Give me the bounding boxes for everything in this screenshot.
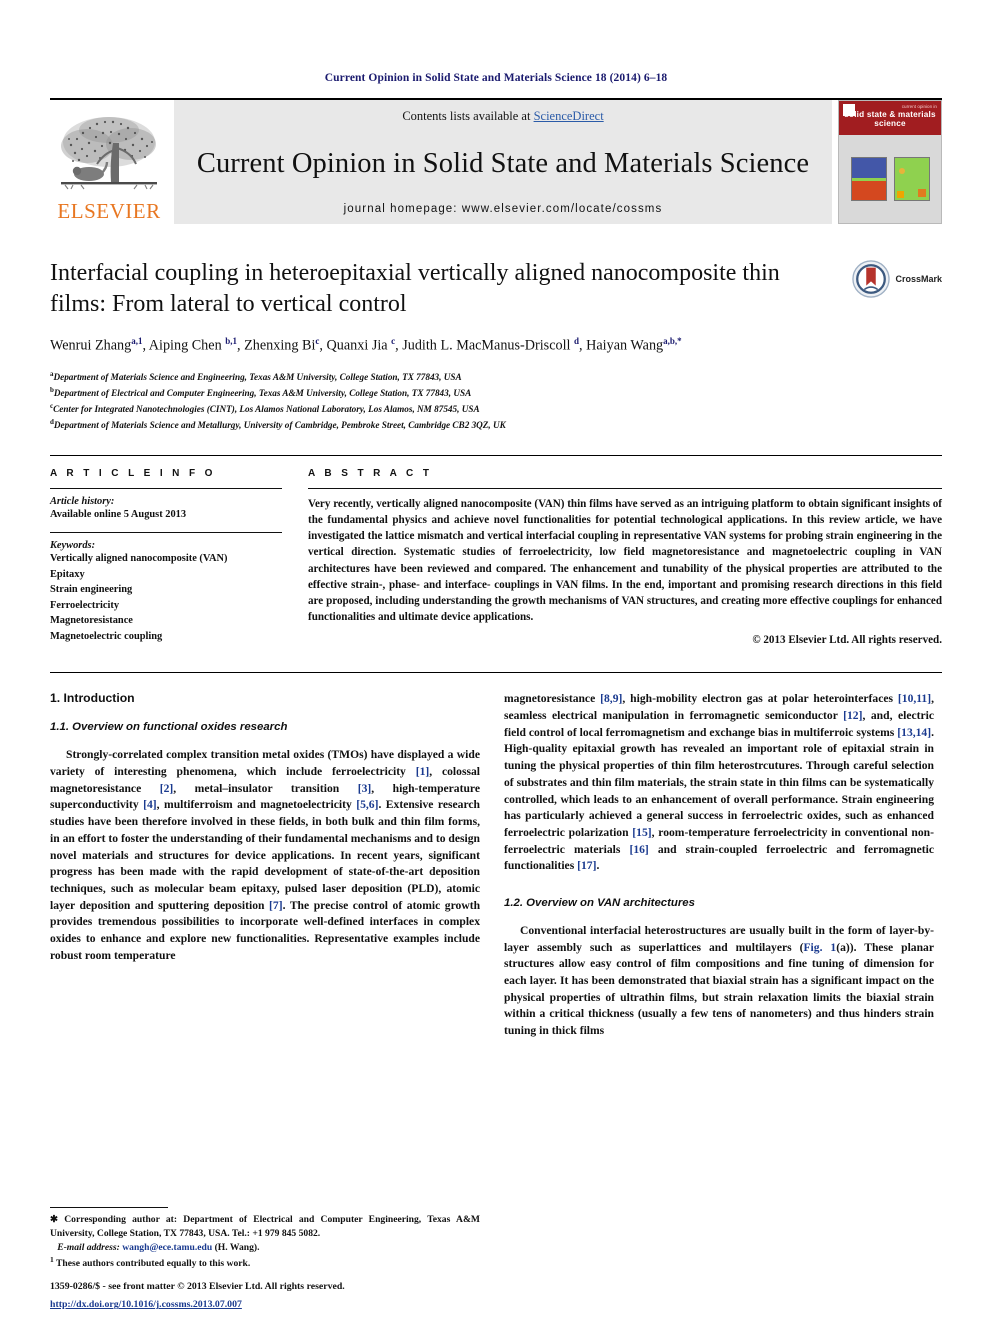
footnote-divider [50,1207,168,1209]
crossmark-icon [852,260,891,298]
cover-figure-group [839,157,941,201]
keyword-item: Epitaxy [50,568,85,580]
email-suffix: (H. Wang). [214,1242,260,1253]
doi-link[interactable]: http://dx.doi.org/10.1016/j.cossms.2013.… [50,1299,242,1310]
divider [50,487,282,489]
affiliation-list: aDepartment of Materials Science and Eng… [50,369,942,432]
elsevier-tree-icon [61,117,157,190]
keywords-heading: Keywords: [50,539,96,551]
cover-title-band: current opinion in solid state & materia… [839,101,941,135]
divider [308,487,942,489]
cover-figure-left [850,157,887,201]
info-abstract-row: A R T I C L E I N F O Article history: A… [50,454,942,647]
affiliation-text: Department of Electrical and Computer En… [53,388,472,399]
issn-block: 1359-0286/$ - see front matter © 2013 El… [50,1280,520,1313]
body-columns: 1. Introduction 1.1. Overview on functio… [50,672,942,1041]
section-heading-1: 1. Introduction [50,691,135,706]
equal-contribution-note: 1 These authors contributed equally to t… [50,1254,251,1270]
article-history-heading: Article history: [50,495,115,507]
masthead-center: Contents lists available at ScienceDirec… [174,100,832,224]
section-heading-1-1: 1.1. Overview on functional oxides resea… [50,721,288,734]
section-heading-1-2: 1.2. Overview on VAN architectures [504,896,695,909]
abstract-column: A B S T R A C T Very recently, verticall… [308,467,942,647]
author-list: Wenrui Zhanga,1, Aiping Chen b,1, Zhenxi… [50,336,682,355]
affiliation-item: cCenter for Integrated Nanotechnologies … [50,401,942,417]
article-info-column: A R T I C L E I N F O Article history: A… [50,468,282,647]
contents-available-line: Contents lists available at ScienceDirec… [402,109,603,124]
body-column-left: 1. Introduction 1.1. Overview on functio… [50,691,480,1041]
keyword-item: Magnetoresistance [50,615,133,627]
journal-cover-thumbnail: current opinion in solid state & materia… [838,100,942,224]
affiliation-item: dDepartment of Materials Science and Met… [50,417,942,433]
email-link[interactable]: wangh@ece.tamu.edu [122,1242,212,1253]
affiliation-item: aDepartment of Materials Science and Eng… [50,369,942,385]
elsevier-logo: ELSEVIER [50,100,168,224]
page-title: Interfacial coupling in heteroepitaxial … [50,260,780,317]
abstract-text: Very recently, vertically aligned nanoco… [308,497,942,624]
running-head: Current Opinion in Solid State and Mater… [324,72,668,84]
keyword-item: Vertically aligned nanocomposite (VAN) [50,552,228,564]
affiliation-text: Department of Materials Science and Meta… [53,420,506,431]
corresponding-author-note: ✱ Corresponding author at: Department of… [50,1214,480,1240]
footnote-block: ✱ Corresponding author at: Department of… [50,1207,480,1271]
email-note: E-mail address: wangh@ece.tamu.edu (H. W… [50,1241,480,1255]
sciencedirect-link[interactable]: ScienceDirect [534,109,604,123]
abstract-copyright: © 2013 Elsevier Ltd. All rights reserved… [752,634,942,647]
crossmark-badge[interactable]: CrossMark [852,260,942,298]
abstract-label: A B S T R A C T [308,467,433,479]
affiliation-text: Center for Integrated Nanotechnologies (… [53,404,480,415]
cover-figure-right [893,157,930,201]
article-info-label: A R T I C L E I N F O [50,467,216,479]
journal-masthead: ELSEVIER Contents lists available at Sci… [50,98,942,224]
journal-title: Current Opinion in Solid State and Mater… [196,147,810,179]
cover-publisher-mark-icon [843,104,855,116]
cover-small-title: current opinion in [901,104,937,109]
paragraph: Conventional interfacial heterostructure… [504,923,934,1038]
elsevier-wordmark: ELSEVIER [57,199,161,223]
contents-prefix: Contents lists available at [402,109,534,123]
email-label: E-mail address: [57,1242,120,1253]
title-block: Interfacial coupling in heteroepitaxial … [50,258,942,319]
keyword-item: Ferroelectricity [50,599,120,611]
affiliation-text: Department of Materials Science and Engi… [53,372,462,383]
keyword-item: Magnetoelectric coupling [50,631,163,643]
paper-page: Current Opinion in Solid State and Mater… [0,0,992,1323]
affiliation-item: bDepartment of Electrical and Computer E… [50,385,942,401]
crossmark-label: CrossMark [895,274,942,284]
article-history-value: Available online 5 August 2013 [50,508,187,520]
divider [50,531,282,533]
issn-line: 1359-0286/$ - see front matter © 2013 El… [50,1280,345,1292]
keyword-item: Strain engineering [50,584,133,596]
cover-large-title: solid state & materials science [844,110,936,129]
paragraph: Strongly-correlated complex transition m… [50,748,481,962]
journal-homepage-line[interactable]: journal homepage: www.elsevier.com/locat… [344,203,663,215]
body-column-right: magnetoresistance [8,9], high-mobility e… [504,691,934,1041]
paragraph: magnetoresistance [8,9], high-mobility e… [504,692,934,873]
